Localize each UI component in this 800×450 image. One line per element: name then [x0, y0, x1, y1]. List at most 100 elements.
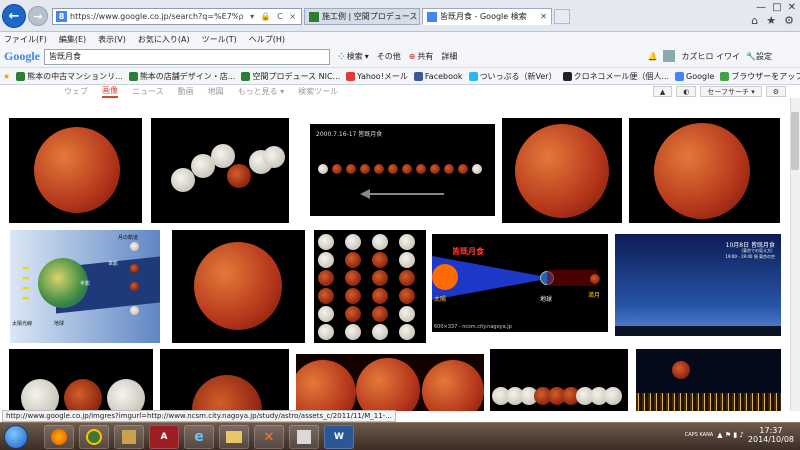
taskbar-firefox-icon[interactable] — [44, 425, 74, 449]
moon-label: 満月 — [588, 292, 601, 299]
taskbar-explorer-icon[interactable] — [79, 425, 109, 449]
search-label: 検索 — [346, 52, 363, 61]
scrollbar-thumb[interactable] — [791, 112, 799, 170]
address-url[interactable]: https://www.google.co.jp/search?q=%E7%9A… — [70, 12, 238, 21]
settings-gear-icon[interactable]: ⚙ — [784, 14, 794, 27]
menu-file[interactable]: ファイル(F) — [4, 34, 47, 45]
result-image-red-moon[interactable] — [629, 118, 780, 223]
close-window-icon[interactable]: ✕ — [788, 2, 796, 13]
favorite-item[interactable]: 空間プロデュース NIC... — [241, 71, 340, 82]
result-image-red-moon[interactable] — [9, 118, 142, 223]
search-nav-videos[interactable]: 動画 — [178, 86, 194, 97]
tray-icons[interactable]: ▲ ⚑ ▮ ♪ — [717, 431, 744, 439]
favorites-star-icon[interactable]: ★ — [766, 14, 776, 27]
taskbar-folder-icon[interactable] — [219, 425, 249, 449]
tab-google-search[interactable]: 皆既月食 - Google 検索 ✕ — [422, 8, 552, 25]
safe-search-button[interactable]: セーフサーチ ▾ — [700, 86, 762, 97]
toolbar-search-input[interactable]: 皆既月食 — [44, 48, 330, 65]
sunlight-arrows-icon: ➡ ➡ ➡ ➡ — [22, 264, 30, 304]
toolbar-details-button[interactable]: 詳細 — [441, 51, 457, 62]
start-button[interactable] — [4, 425, 28, 449]
favorite-item[interactable]: Yahoo!メール — [346, 71, 408, 82]
search-nav-news[interactable]: ニュース — [132, 86, 164, 97]
toolbar-share-button[interactable]: ⊕ 共有 — [409, 51, 434, 62]
result-image-eclipse-sequence[interactable]: 2000.7.16-17 皆既月食 — [310, 124, 495, 216]
address-bar[interactable]: 8 https://www.google.co.jp/search?q=%E7%… — [52, 8, 302, 25]
search-nav-web[interactable]: ウェブ — [64, 86, 88, 97]
favorite-item[interactable]: Facebook — [413, 71, 463, 82]
ime-indicator[interactable]: CAPS KANA — [685, 432, 713, 438]
back-button[interactable]: ← — [2, 4, 26, 28]
menu-favorites[interactable]: お気に入り(A) — [138, 34, 190, 45]
search-nav-images[interactable]: 画像 — [102, 85, 118, 98]
google-toolbar: Google 皆既月食 ⁘ 検索 ▾ その他 ⊕ 共有 詳細 🔔 カズヒロ イワ… — [0, 46, 800, 68]
result-image-three-moons[interactable] — [296, 354, 484, 411]
moon-shape — [372, 252, 388, 268]
toolbar-more-button[interactable]: その他 — [377, 51, 401, 62]
notification-bell-icon[interactable]: 🔔 — [648, 52, 658, 61]
result-image-eclipse-diagram-ncsm[interactable]: 皆既月食 太陽 地球 満月 600×337 - ncsm.city.nagoya… — [432, 234, 608, 332]
home-icon[interactable]: ⌂ — [751, 14, 758, 27]
moon-shape — [318, 252, 334, 268]
favorites-star-icon[interactable]: ★ — [3, 72, 10, 81]
account-button[interactable]: ▲ — [652, 86, 673, 97]
result-image-eclipse-diagram[interactable]: ➡ ➡ ➡ ➡ 月の軌道 本影 半影 太陽光線 地球 — [10, 230, 160, 343]
favorite-item[interactable]: Google — [675, 71, 714, 82]
menu-view[interactable]: 表示(V) — [98, 34, 126, 45]
favorite-item[interactable]: 熊本の中古マンションリ... — [16, 71, 123, 82]
address-bar-icons[interactable]: ρ ▾ 🔒 C × — [238, 12, 298, 21]
menu-edit[interactable]: 編集(E) — [59, 34, 86, 45]
city-lights — [636, 393, 781, 411]
taskbar-pen-app-icon[interactable] — [114, 425, 144, 449]
taskbar-xampp-icon[interactable]: ✕ — [254, 425, 284, 449]
sequence-title: 2000.7.16-17 皆既月食 — [316, 131, 383, 138]
result-image-eclipse-grid[interactable] — [314, 230, 426, 343]
taskbar-access-icon[interactable]: A — [149, 425, 179, 449]
favorite-item[interactable]: 熊本の店舗デザイン・店... — [128, 71, 235, 82]
minimize-icon[interactable]: — — [756, 2, 766, 13]
taskbar-ie-icon[interactable]: e — [184, 425, 214, 449]
result-image-eclipse-sequence-2[interactable] — [490, 349, 628, 411]
result-image-eclipse-phases[interactable] — [151, 118, 289, 223]
taskbar-app-icon[interactable] — [289, 425, 319, 449]
moon-shape — [318, 288, 334, 304]
access-icon: A — [160, 432, 168, 442]
close-tab-icon[interactable]: ✕ — [536, 12, 547, 21]
toolbar-search-button[interactable]: ⁘ 検索 ▾ — [338, 51, 369, 62]
moon-shape — [345, 252, 361, 268]
favorite-item[interactable]: クロネコメール便（個人... — [562, 71, 669, 82]
taskbar-clock[interactable]: 17:37 2014/10/08 — [748, 426, 794, 444]
menu-tools[interactable]: ツール(T) — [202, 34, 237, 45]
new-tab-button[interactable] — [554, 9, 570, 24]
favorite-favicon-icon — [675, 71, 685, 81]
result-image-red-moon[interactable] — [502, 118, 622, 223]
menu-help[interactable]: ヘルプ(H) — [249, 34, 285, 45]
camera-icon[interactable]: ◐ — [676, 86, 697, 97]
result-image-red-moon[interactable] — [172, 230, 305, 343]
search-nav-maps[interactable]: 地図 — [208, 86, 224, 97]
settings-gear-icon[interactable]: ⚙ — [765, 86, 786, 97]
result-image-eclipse-row[interactable] — [9, 349, 153, 411]
favorite-label: Yahoo!メール — [357, 71, 408, 81]
favorites-bar: ★ 熊本の中古マンションリ... 熊本の店舗デザイン・店... 空間プロデュース N… — [0, 68, 800, 85]
moon-shape — [399, 270, 415, 286]
earth-label: 地球 — [54, 321, 65, 327]
result-image-red-moon[interactable] — [160, 349, 289, 411]
taskbar-word-icon[interactable]: W — [324, 425, 354, 449]
maximize-icon[interactable]: □ — [772, 2, 781, 13]
forward-button[interactable]: → — [28, 6, 48, 26]
tab-space-produce[interactable]: 施工例 | 空間プロデュース — [304, 8, 420, 25]
search-nav-more[interactable]: もっと見る ▾ — [238, 86, 285, 97]
moon-shape — [346, 164, 356, 174]
search-nav-tools[interactable]: 検索ツール — [298, 86, 338, 97]
user-name[interactable]: カズヒロ イワイ — [681, 51, 740, 62]
toolbar-search-query[interactable]: 皆既月食 — [49, 51, 81, 62]
result-image-sky-chart[interactable]: 10月8日 皆既月食 （東京での見え方） 19:00 - 19:40 頃 東京の… — [615, 234, 781, 336]
favorite-item[interactable]: ついっぷる（新Ver） — [468, 71, 557, 82]
toolbar-settings[interactable]: 🔧設定 — [746, 51, 772, 62]
favorite-item[interactable]: ブラウザーをアップ... — [720, 71, 800, 82]
moon-shape — [430, 164, 440, 174]
user-avatar[interactable] — [663, 50, 676, 62]
favorite-favicon-icon — [241, 71, 251, 81]
result-image-night-city[interactable] — [636, 349, 781, 411]
